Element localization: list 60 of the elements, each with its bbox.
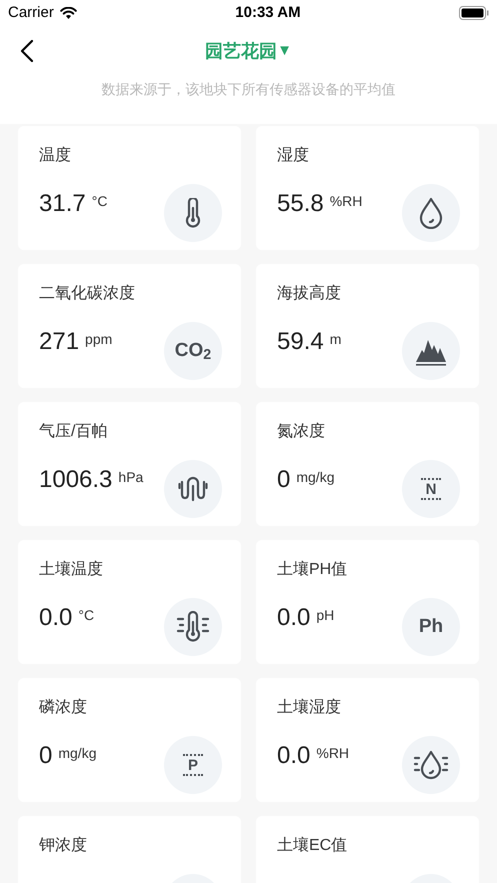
pressure-icon: [178, 474, 208, 504]
sensor-value: 0: [277, 465, 290, 495]
back-icon: [20, 39, 34, 63]
sensor-label: 气压/百帕: [39, 422, 108, 442]
sensor-card[interactable]: 土壤PH值 0.0 pH Ph: [256, 540, 479, 664]
unit-label: m: [330, 330, 342, 349]
sensor-card[interactable]: 湿度 55.8 %RH: [256, 126, 479, 250]
unit-label: ppm: [85, 330, 112, 349]
sensor-card[interactable]: 氮浓度 0 mg/kg N: [256, 402, 479, 526]
sensor-label: 土壤PH值: [277, 560, 348, 580]
icon-label: P: [182, 754, 203, 776]
sensor-value: 55.8: [277, 189, 324, 219]
sensor-card[interactable]: 钾浓度: [18, 816, 241, 883]
sensor-value: 59.4: [277, 327, 324, 357]
sensor-card[interactable]: 海拔高度 59.4 m: [256, 264, 479, 388]
sensor-label: 海拔高度: [277, 284, 342, 304]
sensor-label: 土壤温度: [39, 560, 104, 580]
sensor-label: 氮浓度: [277, 422, 326, 442]
clock-label: 10:33 AM: [235, 2, 301, 23]
subtitle-text: 数据来源于，该地块下所有传感器设备的平均值: [100, 80, 396, 99]
sensor-value: 31.7: [39, 189, 86, 219]
unit-label: %RH: [330, 192, 362, 211]
sensor-label: 磷浓度: [39, 698, 88, 718]
carrier-label: Carrier: [8, 2, 54, 23]
sensor-card[interactable]: 土壤湿度 0.0 %RH: [256, 678, 479, 802]
sensor-label: 土壤湿度: [277, 698, 342, 718]
sensor-label: 二氧化碳浓度: [39, 284, 136, 304]
battery-icon: [459, 6, 489, 20]
sensor-label: 温度: [39, 146, 72, 166]
drop-icon: [413, 749, 449, 781]
sensor-value: 271: [39, 327, 80, 357]
thermometer-icon: [176, 611, 210, 643]
sensor-value: 0.0: [277, 603, 310, 633]
unit-label: °C: [78, 606, 94, 625]
unit-label: %RH: [316, 744, 350, 763]
back-button[interactable]: [20, 38, 36, 64]
sensor-card[interactable]: 土壤EC值: [256, 816, 479, 883]
sensor-label: 土壤EC值: [277, 836, 348, 856]
sensor-card[interactable]: 二氧化碳浓度 271 ppm CO$_{2}$: [18, 264, 241, 388]
sensor-card[interactable]: 温度 31.7 °C: [18, 126, 241, 250]
sensor-value: 0: [39, 741, 52, 771]
sensor-value: 0.0: [277, 741, 310, 771]
icon-label: N: [420, 478, 442, 500]
sensor-value: 1006.3: [39, 465, 112, 495]
unit-label: mg/kg: [58, 744, 96, 763]
sensor-card[interactable]: 气压/百帕 1006.3 hPa: [18, 402, 241, 526]
icon-label: Ph: [418, 614, 444, 639]
unit-label: hPa: [118, 468, 144, 487]
sensor-card[interactable]: 土壤温度 0.0 °C: [18, 540, 241, 664]
sensor-label: 湿度: [277, 146, 310, 166]
sensor-value: 0.0: [39, 603, 72, 633]
unit-label: mg/kg: [296, 468, 334, 487]
unit-label: °C: [92, 192, 108, 211]
sensor-label: 钾浓度: [39, 836, 88, 856]
icon-label: CO$_{2}$: [174, 338, 212, 366]
thermometer-icon: [183, 198, 203, 228]
sensor-card[interactable]: 磷浓度 0 mg/kg P: [18, 678, 241, 802]
unit-label: pH: [316, 606, 334, 625]
drop-icon: [418, 197, 444, 229]
wifi-icon: [60, 7, 77, 19]
